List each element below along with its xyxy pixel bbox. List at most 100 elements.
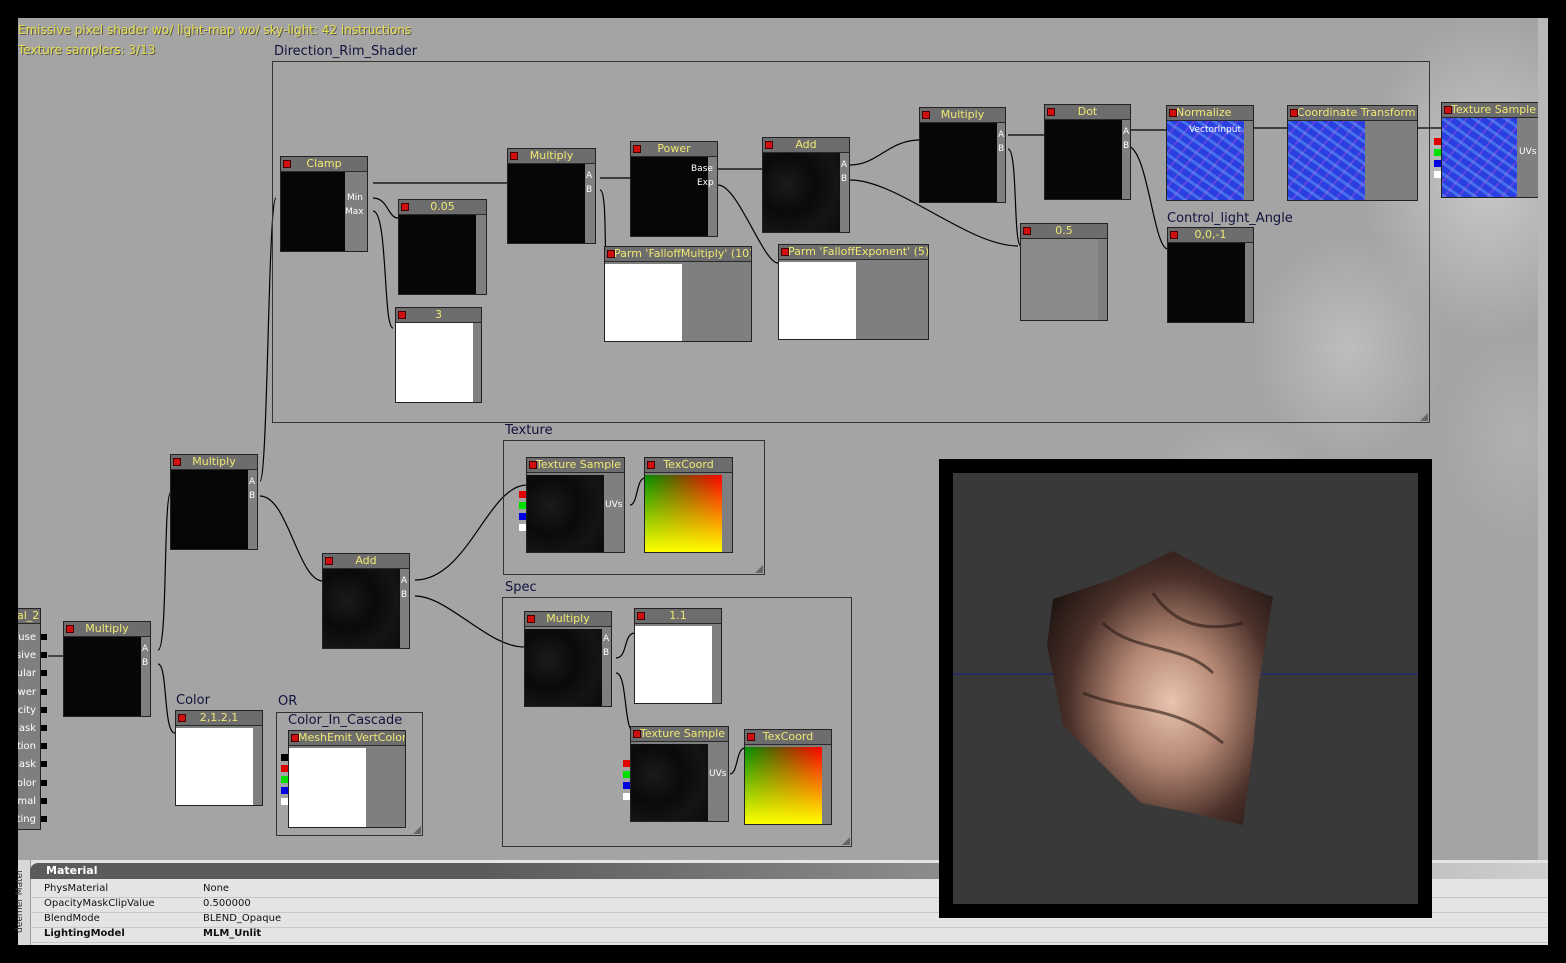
node-const-3[interactable]: 3 xyxy=(395,307,482,403)
node-const-005[interactable]: 0.05 xyxy=(398,199,487,295)
node-normalize[interactable]: Normalize VectorInput xyxy=(1166,105,1254,201)
node-texture-sample-spec[interactable]: Texture Sample UVs xyxy=(623,726,729,822)
node-preview xyxy=(1021,239,1098,320)
pin-alpha[interactable] xyxy=(281,798,288,805)
node-label: Coordinate Transform xyxy=(1297,106,1416,119)
node-texcoord-spec[interactable]: TexCoord xyxy=(744,729,832,825)
node-status-icon xyxy=(510,152,518,160)
material-input-pin[interactable] xyxy=(41,634,47,640)
category-label: Material xyxy=(46,864,98,877)
property-value[interactable]: BLEND_Opaque xyxy=(203,913,281,924)
pin-green[interactable] xyxy=(623,771,630,778)
pin-red[interactable] xyxy=(623,760,630,767)
node-texcoord-tex[interactable]: TexCoord xyxy=(644,457,733,553)
node-const-11[interactable]: 1.1 xyxy=(634,608,722,704)
pin-red[interactable] xyxy=(519,491,526,498)
node-title: Multiply xyxy=(64,622,150,637)
material-input-pin[interactable] xyxy=(41,743,47,750)
node-preview xyxy=(779,262,856,339)
node-const-vector[interactable]: 0,0,-1 xyxy=(1167,227,1254,323)
material-input-pin[interactable] xyxy=(41,725,47,731)
node-status-icon xyxy=(747,733,755,741)
node-color-const[interactable]: 2,1.2,1 xyxy=(175,710,263,806)
material-input-label: ower xyxy=(18,686,36,698)
material-input-pin[interactable] xyxy=(41,688,47,695)
node-preview xyxy=(745,747,822,824)
material-input-pin[interactable] xyxy=(41,706,47,713)
resize-grip[interactable] xyxy=(413,826,421,834)
node-coordinate-transform[interactable]: Coordinate Transform xyxy=(1287,105,1418,201)
pin-red[interactable] xyxy=(281,765,288,772)
node-status-icon xyxy=(527,615,535,623)
group-title-direction-rim: Direction_Rim_Shader xyxy=(274,44,418,59)
node-preview xyxy=(1442,118,1517,197)
vertical-scrollbar[interactable] xyxy=(1538,18,1548,860)
pin-blue[interactable] xyxy=(623,782,630,789)
node-status-icon xyxy=(173,458,181,466)
resize-grip[interactable] xyxy=(1420,413,1428,421)
node-power[interactable]: Power Base Exp xyxy=(630,141,718,237)
material-input-pin[interactable] xyxy=(41,670,47,677)
pin-blue[interactable] xyxy=(281,787,288,794)
pin-label-b: B xyxy=(603,648,610,658)
node-status-icon xyxy=(1444,106,1452,114)
pin-blue[interactable] xyxy=(519,513,526,520)
node-mesh-emit-vertcolor[interactable]: MeshEmit VertColor xyxy=(281,730,406,828)
node-material-result[interactable]: al_2 fuse ssive cular ower acity Mask rtion Mas… xyxy=(18,608,47,830)
node-label: Texture Sample xyxy=(1451,103,1537,116)
pin-blue[interactable] xyxy=(1434,160,1441,167)
node-preview xyxy=(631,744,708,821)
node-const-05[interactable]: 0.5 xyxy=(1020,223,1108,321)
material-input-pin[interactable] xyxy=(41,652,47,659)
pin-green[interactable] xyxy=(281,776,288,783)
node-multiply-top2[interactable]: Multiply A B xyxy=(919,107,1006,203)
pin-label-a: A xyxy=(401,576,408,586)
node-preview xyxy=(605,264,682,341)
property-value[interactable]: 0.500000 xyxy=(203,898,251,909)
property-key: OpacityMaskClipValue xyxy=(44,898,155,909)
property-value[interactable]: MLM_Unlit xyxy=(203,928,261,939)
node-texture-sample-top[interactable]: Texture Sample UVs xyxy=(1434,102,1541,198)
pin-label-uvs: UVs xyxy=(1519,147,1537,157)
pin-rgb[interactable] xyxy=(281,754,288,761)
node-texture-sample-tex[interactable]: Texture Sample UVs xyxy=(519,457,625,553)
node-multiply-spec[interactable]: Multiply A B xyxy=(524,611,612,707)
node-title: Texture Sample xyxy=(631,727,728,742)
material-input-label: Color xyxy=(18,777,36,789)
node-preview xyxy=(525,629,602,706)
node-status-icon xyxy=(647,461,655,469)
material-input-pin[interactable] xyxy=(41,779,47,786)
node-title: al_2 xyxy=(18,609,40,624)
preview-viewport[interactable] xyxy=(939,459,1432,918)
node-title: Coordinate Transform xyxy=(1288,106,1417,121)
node-status-icon xyxy=(1047,108,1055,116)
resize-grip[interactable] xyxy=(842,837,850,845)
resize-grip[interactable] xyxy=(755,565,763,573)
pin-green[interactable] xyxy=(1434,149,1441,156)
node-clamp[interactable]: Clamp Min Max xyxy=(280,156,368,252)
pin-alpha[interactable] xyxy=(623,793,630,800)
pin-red[interactable] xyxy=(1434,138,1441,145)
node-multiply-left[interactable]: Multiply A B xyxy=(63,621,151,717)
pin-alpha[interactable] xyxy=(1434,171,1441,178)
node-add-top[interactable]: Add A B xyxy=(762,137,850,233)
node-label: 0,0,-1 xyxy=(1194,228,1227,241)
node-multiply-mid[interactable]: Multiply A B xyxy=(170,454,258,550)
property-value[interactable]: None xyxy=(203,883,229,894)
preview-scene[interactable] xyxy=(953,473,1418,904)
material-input-pin[interactable] xyxy=(41,761,47,768)
material-input-pin[interactable] xyxy=(41,797,47,804)
pin-green[interactable] xyxy=(519,502,526,509)
property-row[interactable]: LightingModel MLM_Unlit xyxy=(30,927,1548,943)
node-parm-falloff-exponent[interactable]: Parm 'FalloffExponent' (5) xyxy=(778,244,929,340)
node-multiply-top[interactable]: Multiply A B xyxy=(507,148,596,244)
node-status-icon xyxy=(765,141,773,149)
material-input-pin[interactable] xyxy=(41,816,47,822)
node-parm-falloff-multiply[interactable]: Parm 'FalloffMultiply' (10) xyxy=(604,246,752,342)
node-status-icon xyxy=(283,160,291,168)
node-status-icon xyxy=(1290,109,1298,117)
node-add-mid[interactable]: Add A B xyxy=(322,553,410,649)
node-dot[interactable]: Dot A B xyxy=(1044,104,1131,200)
node-title: 3 xyxy=(396,308,481,323)
pin-alpha[interactable] xyxy=(519,524,526,531)
